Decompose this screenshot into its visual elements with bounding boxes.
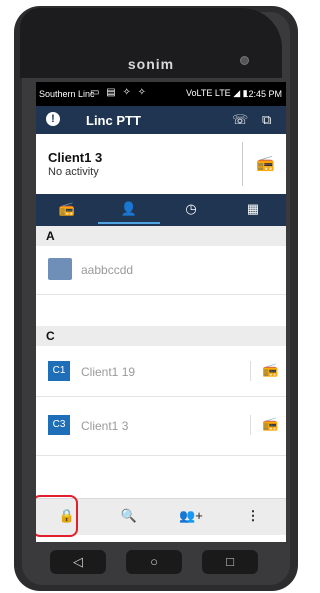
contact-name: aabbccdd [81,263,134,277]
more-options-icon[interactable]: ⋮ [222,499,284,535]
active-contact-status: No activity [48,166,99,178]
ptt-radio-icon[interactable]: 📻 [262,416,278,432]
tab-dialpad[interactable]: ▦ [222,194,284,226]
home-button[interactable]: ○ [126,550,182,574]
phone-top-cap: sonim [20,8,282,78]
back-button[interactable]: ◁ [50,550,106,574]
divider [250,415,251,435]
clock: 12:45 PM [243,89,282,99]
tab-contacts[interactable]: 👤 [98,194,160,226]
section-letter: C [46,329,55,343]
carrier-name: Southern Linc [39,89,95,99]
section-letter: A [46,229,55,243]
app-title: Linc PTT [86,113,141,128]
contact-name: Client1 3 [81,419,129,433]
app-bar: ! Linc PTT ☏ ⧉ [36,106,286,134]
ptt-radio-icon[interactable]: 📻 [256,154,275,172]
contact-name: Client1 19 [81,365,136,379]
ptt-radio-icon[interactable]: 📻 [262,362,278,378]
window-icon[interactable]: ⧉ [262,112,271,128]
camera-icon [240,56,249,65]
contact-avatar: C3 [48,415,70,435]
status-bar: Southern Linc ▭ ▤ ✧ ✧ VoLTE LTE ◢ ▮ 12:4… [36,82,286,106]
signal-icons: VoLTE LTE ◢ ▮ [186,88,248,98]
info-icon[interactable]: ! [46,112,60,126]
tab-bar: 📻 👤 ◷ ▦ [36,194,286,226]
group-avatar-icon [48,258,72,280]
recents-button[interactable]: □ [202,550,258,574]
lock-highlight [36,495,78,537]
notification-icons: ▭ ▤ ✧ ✧ [90,87,148,98]
list-item[interactable]: aabbccdd [36,246,286,295]
divider [250,361,251,381]
screen: Southern Linc ▭ ▤ ✧ ✧ VoLTE LTE ◢ ▮ 12:4… [36,82,286,542]
active-contact-name: Client1 3 [48,150,103,165]
tab-history[interactable]: ◷ [160,194,222,226]
list-item[interactable]: C3 Client1 3 📻 [36,397,286,456]
tab-ptt-radio[interactable]: 📻 [36,194,98,226]
list-item[interactable]: C1 Client1 19 📻 [36,346,286,397]
section-header: C [36,326,286,346]
section-header: A [36,226,286,246]
contact-avatar: C1 [48,361,70,381]
active-contact-card[interactable]: Client1 3 No activity 📻 [36,134,286,194]
divider [242,142,243,186]
call-settings-icon[interactable]: ☏ [232,112,248,128]
navigation-bar: ◁ ○ □ [30,546,276,576]
add-contact-icon[interactable]: 👥+ [160,499,222,535]
search-icon[interactable]: 🔍 [98,499,160,535]
